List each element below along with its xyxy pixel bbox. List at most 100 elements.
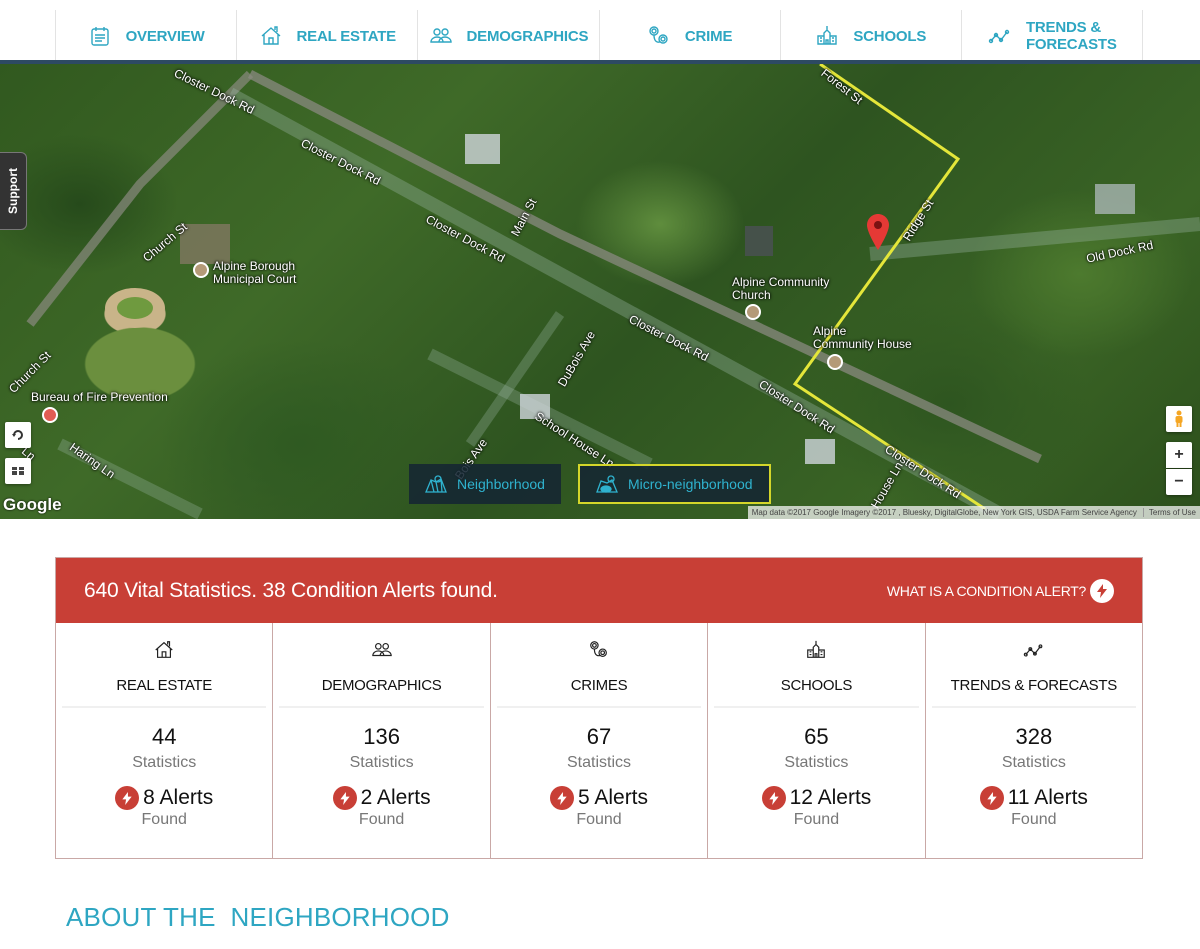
condition-alert-help-link[interactable]: WHAT IS A CONDITION ALERT? [886,578,1114,603]
map-label-poi: Bureau of Fire Prevention [31,390,168,404]
alert-bolt-icon [332,786,357,810]
support-tab[interactable]: Support [0,152,27,230]
map-label-poi: Church [732,288,771,302]
nav-tab-overview[interactable]: OVERVIEW [55,10,236,62]
toggle-label: Micro-neighborhood [628,476,753,492]
street-view-pegman-button[interactable] [1166,406,1192,432]
zoom-in-button[interactable]: + [1166,442,1192,468]
map-pin-area-icon [596,475,618,493]
handcuffs-icon [590,641,607,658]
stats-categories: REAL ESTATE 44 Statistics 8 Alerts Found… [56,623,1142,858]
map-label-poi: Community House [813,337,912,351]
found-label: Found [358,811,405,828]
alerts-count: 8 Alerts [143,786,214,809]
category-card-trends-forecasts[interactable]: TRENDS & FORECASTS 328 Statistics 11 Ale… [924,623,1142,858]
category-title: TRENDS & FORECASTS [950,677,1118,694]
people-icon [12,467,24,475]
nav-tab-label: SCHOOLS [853,27,927,45]
school-icon [817,26,838,45]
statistics-label: Statistics [567,754,632,771]
church-poi-icon[interactable] [745,304,761,320]
category-card-demographics[interactable]: DEMOGRAPHICS 136 Statistics 2 Alerts Fou… [272,623,489,858]
nav-tab-label: OVERVIEW [125,27,205,45]
support-label: Support [6,168,20,214]
nav-tab-label: REAL ESTATE [296,27,397,45]
statistics-label: Statistics [132,754,197,771]
nav-tab-demographics[interactable]: DEMOGRAPHICS [417,10,598,62]
about-neighborhood-heading: ABOUT THE NEIGHBORHOOD [66,902,450,932]
statistics-count: 44 [151,724,177,749]
trend-line-icon [988,29,1010,44]
map-label-poi: Alpine [813,324,847,338]
nav-tabs: OVERVIEW REAL ESTATE DEMOGRAPHICS CRIME … [55,10,1144,62]
category-title: SCHOOLS [780,677,853,694]
community-house-poi-icon[interactable] [827,354,843,370]
map-attribution: Map data ©2017 Google Imagery ©2017 , Bl… [747,506,1200,519]
people-icon [429,28,452,43]
rotate-map-button[interactable] [5,422,31,448]
lightning-bolt-icon [1090,578,1114,603]
map-label-poi: Alpine Community [732,275,830,289]
alerts-count: 12 Alerts [789,786,872,809]
nav-tab-label: TRENDS & FORECASTS [1025,19,1117,53]
neighborhood-toggle-button[interactable]: Neighborhood [409,464,561,504]
vital-statistics-panel: 640 Vital Statistics. 38 Condition Alert… [55,557,1143,859]
found-label: Found [141,811,187,828]
found-label: Found [1011,811,1057,828]
found-label: Found [576,811,622,828]
stats-headline: 640 Vital Statistics. 38 Condition Alert… [84,578,498,602]
alerts-count: 5 Alerts [577,786,649,809]
alert-bolt-icon [761,786,786,810]
category-card-real-estate[interactable]: REAL ESTATE 44 Statistics 8 Alerts Found [56,623,272,858]
alert-bolt-icon [549,786,574,810]
alert-bolt-icon [979,786,1004,810]
category-card-schools[interactable]: SCHOOLS 65 Statistics 12 Alerts Found [707,623,924,858]
category-title: CRIMES [570,677,628,694]
alerts-count: 2 Alerts [360,786,431,809]
category-title: REAL ESTATE [116,677,213,694]
pegman-icon [1175,410,1183,427]
zoom-out-button[interactable]: − [1166,469,1192,495]
statistics-count: 65 [804,724,829,749]
attribution-text: Map data ©2017 Google Imagery ©2017 , Bl… [751,508,1137,517]
school-icon [807,640,826,658]
alerts-count: 11 Alerts [1007,786,1088,809]
fire-dept-poi-icon[interactable] [42,407,58,423]
people-icon [371,642,392,657]
top-nav: OVERVIEW REAL ESTATE DEMOGRAPHICS CRIME … [0,0,1200,62]
toggle-label: Neighborhood [457,476,545,492]
terms-of-use-link[interactable]: Terms of Use [1142,508,1196,517]
micro-neighborhood-toggle-button[interactable]: Micro-neighborhood [578,464,771,504]
category-card-crimes[interactable]: CRIMES 67 Statistics 5 Alerts Found [489,623,707,858]
satellite-map[interactable]: Closter Dock Rd Closter Dock Rd Closter … [0,64,1200,519]
house-icon [261,26,280,45]
statistics-label: Statistics [349,754,414,771]
statistics-count: 328 [1015,724,1053,749]
map-type-button[interactable] [5,458,31,484]
statistics-label: Statistics [784,754,849,771]
map-label-poi: Alpine Borough [213,259,296,273]
statistics-count: 136 [363,724,400,749]
nav-tab-label: CRIME [684,27,733,45]
trend-line-icon [1023,644,1043,657]
house-icon [155,641,173,658]
nav-tab-trends-forecasts[interactable]: TRENDS & FORECASTS [960,10,1144,62]
google-logo: Google [3,495,62,514]
nav-tab-real-estate[interactable]: REAL ESTATE [236,10,417,62]
nav-tab-schools[interactable]: SCHOOLS [779,10,961,62]
stats-header: 640 Vital Statistics. 38 Condition Alert… [56,558,1142,623]
map-label-poi: Municipal Court [213,272,297,286]
nav-tab-label: DEMOGRAPHICS [466,27,589,45]
rotate-icon [12,430,23,440]
statistics-label: Statistics [1001,754,1066,771]
courthouse-poi-icon[interactable] [193,262,209,278]
statistics-count: 67 [586,724,612,749]
found-label: Found [793,811,840,828]
alert-bolt-icon [115,786,140,810]
help-link-label: WHAT IS A CONDITION ALERT? [886,582,1086,599]
category-title: DEMOGRAPHICS [321,677,442,694]
calendar-icon [90,27,109,46]
handcuffs-icon [649,26,668,44]
location-pin-icon[interactable] [867,214,889,250]
nav-tab-crime[interactable]: CRIME [598,10,780,62]
